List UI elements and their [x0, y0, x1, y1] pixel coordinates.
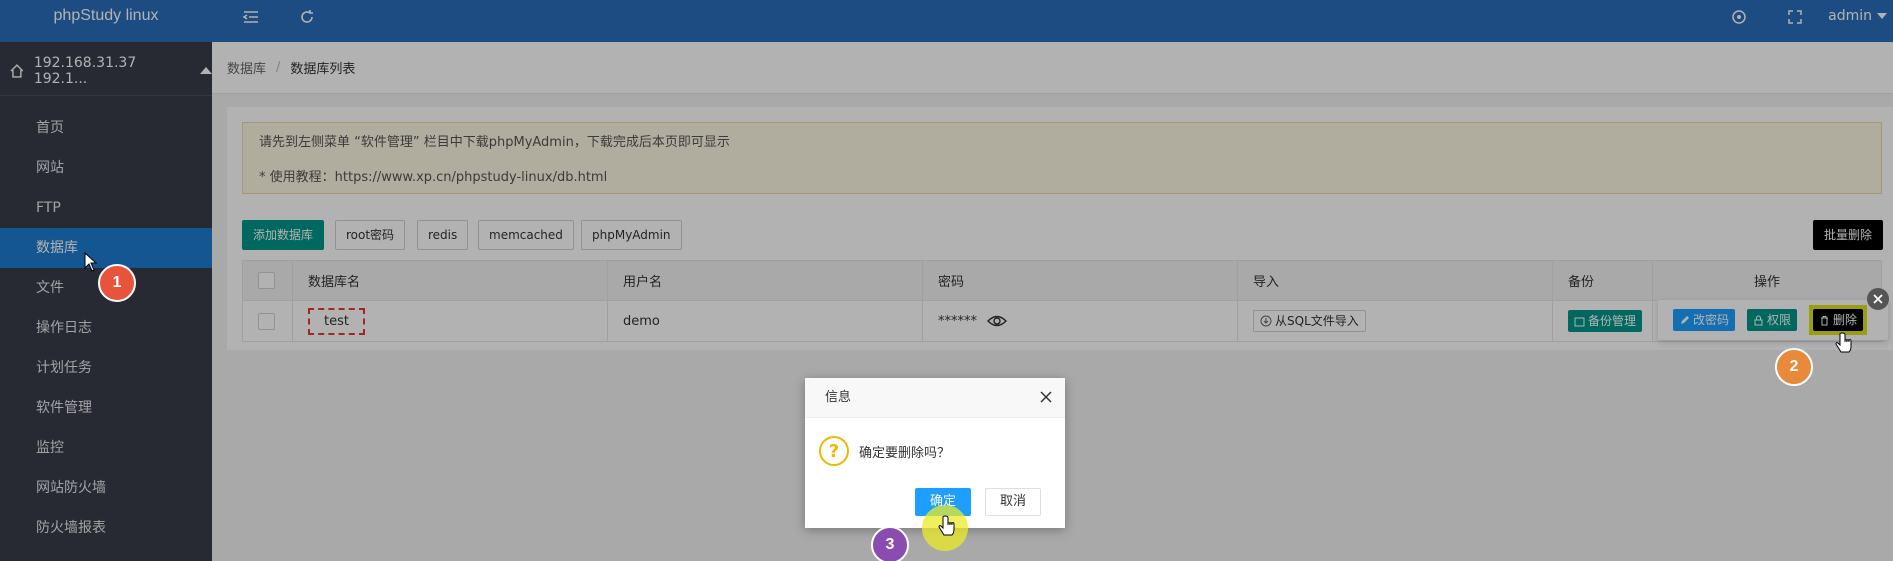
close-circle-icon[interactable] [1866, 287, 1890, 311]
arrow-cursor-icon [84, 252, 98, 272]
dialog-message: 确定要删除吗？ [859, 445, 951, 461]
confirm-dialog: 信息 ? 确定要删除吗？ 确定 取消 [805, 378, 1065, 528]
question-icon: ? [819, 436, 849, 466]
step-badge-1: 1 [98, 264, 136, 302]
hand-cursor-icon [938, 515, 955, 536]
step-badge-3: 3 [871, 526, 909, 561]
step-badge-2: 2 [1775, 348, 1813, 386]
close-icon[interactable] [1039, 390, 1053, 404]
dialog-title: 信息 [805, 378, 1065, 418]
hand-cursor-icon [1835, 332, 1852, 353]
dialog-body: ? 确定要删除吗？ [805, 418, 1065, 484]
cancel-button[interactable]: 取消 [985, 488, 1042, 516]
